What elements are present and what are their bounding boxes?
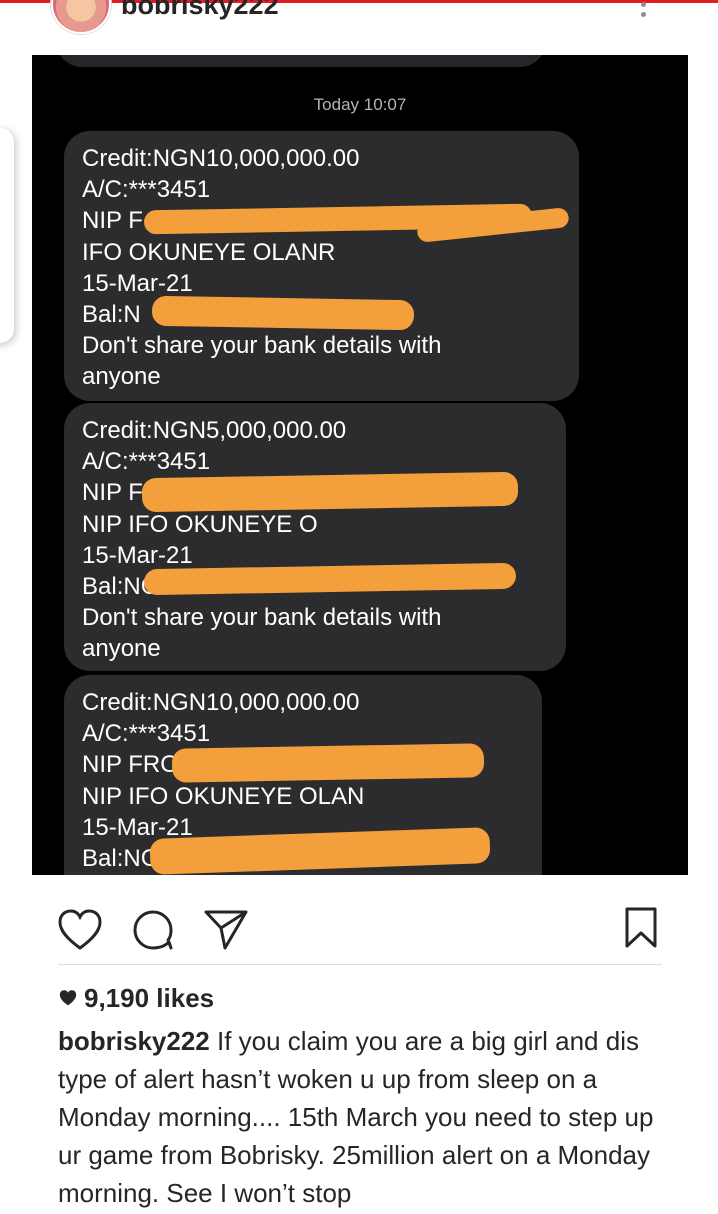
post-actions-bar [0, 900, 718, 960]
redaction-mark [171, 743, 485, 783]
credit-line: Credit:NGN5,000,000.00 [82, 417, 347, 444]
warning-line: anyone [82, 363, 161, 391]
bookmark-icon[interactable] [624, 906, 658, 950]
avatar[interactable] [51, 0, 111, 34]
nip-ifo-line: NIP IFO OKUNEYE OLAN [82, 782, 365, 810]
post-image[interactable]: Today 10:07 Credit:NGN10,000,000.00 A/C:… [32, 55, 688, 875]
previous-message-bubble [56, 55, 546, 67]
account-line: A/C:***3451 [82, 176, 211, 204]
message-timestamp: Today 10:07 [313, 95, 407, 114]
divider [58, 964, 662, 965]
heart-filled-icon [59, 990, 77, 1006]
nip-ifo-line: IFO OKUNEYE OLANR [82, 238, 336, 266]
comment-icon[interactable] [131, 908, 175, 952]
likes-label: 9,190 likes [84, 983, 215, 1013]
post-header: bobrisky222 [0, 0, 718, 48]
post-username[interactable]: bobrisky222 [121, 0, 279, 21]
warning-line: Don't share your bank details with [82, 604, 442, 632]
warning-line: anyone [82, 635, 161, 663]
warning-line: Don't share your bank details with [82, 332, 442, 360]
nip-ifo-line: NIP IFO OKUNEYE O [82, 510, 318, 538]
post-caption: bobrisky222 If you claim you are a big g… [58, 1022, 668, 1212]
redaction-mark [151, 295, 415, 331]
likes-count[interactable]: 9,190 likes [58, 983, 214, 1014]
sms-bubble: Credit:NGN10,000,000.00 A/C:***3451 NIP … [64, 131, 579, 401]
send-icon[interactable] [203, 908, 249, 952]
side-panel [0, 128, 14, 343]
date-line: 15-Mar-21 [82, 269, 193, 297]
credit-line: Credit:NGN10,000,000.00 [82, 145, 360, 172]
credit-line: Credit:NGN10,000,000.00 [82, 689, 360, 716]
redaction-mark [141, 471, 519, 513]
caption-username[interactable]: bobrisky222 [58, 1026, 210, 1056]
heart-icon[interactable] [56, 908, 104, 952]
more-vertical-icon[interactable] [633, 2, 653, 24]
sms-bubble: Credit:NGN5,000,000.00 A/C:***3451 NIP F… [64, 403, 566, 671]
